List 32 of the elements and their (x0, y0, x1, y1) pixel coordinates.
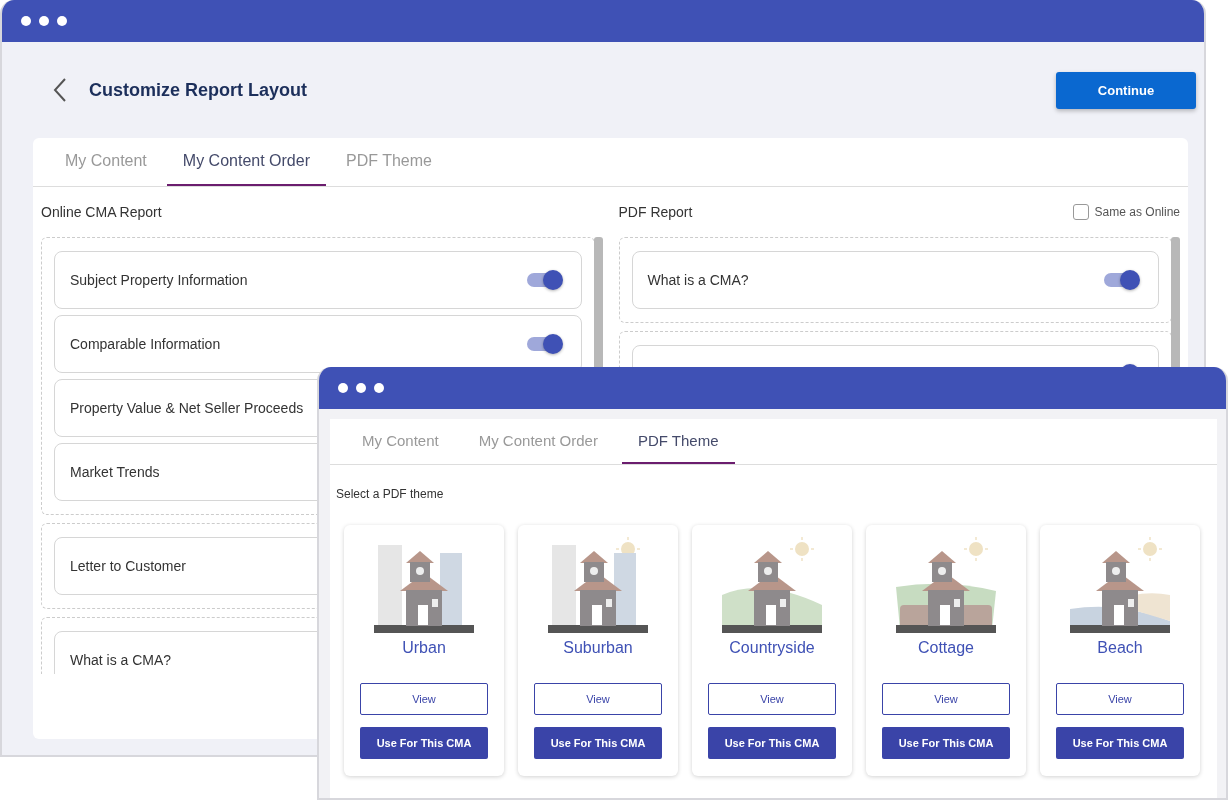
checkbox[interactable] (1072, 204, 1089, 220)
checkbox-label: Same as Online (1094, 205, 1180, 219)
use-theme-button[interactable]: Use For This CMA (882, 727, 1010, 759)
column-title: PDF Report (618, 204, 693, 220)
window-controls-icon[interactable] (20, 15, 68, 27)
toggle-switch[interactable] (1104, 273, 1138, 287)
view-button[interactable]: View (360, 683, 488, 715)
window-controls-icon[interactable] (337, 382, 385, 394)
theme-name: Countryside (729, 639, 815, 657)
theme-name: Beach (1097, 639, 1143, 657)
use-theme-button[interactable]: Use For This CMA (534, 727, 662, 759)
use-theme-button[interactable]: Use For This CMA (708, 727, 836, 759)
page-title: Customize Report Layout (89, 79, 307, 101)
continue-button[interactable]: Continue (1056, 71, 1196, 109)
back-icon[interactable] (52, 77, 68, 103)
theme-name: Urban (402, 639, 446, 657)
column-title: Online CMA Report (41, 204, 162, 220)
theme-name: Suburban (563, 639, 633, 657)
use-theme-button[interactable]: Use For This CMA (360, 727, 488, 759)
view-button[interactable]: View (882, 683, 1010, 715)
theme-name: Cottage (917, 639, 974, 657)
view-button[interactable]: View (1056, 683, 1184, 715)
section-item[interactable]: What is a CMA? (631, 251, 1159, 309)
view-button[interactable]: View (534, 683, 662, 715)
tab[interactable]: PDF Theme (621, 419, 735, 464)
tab[interactable]: My Content Order (166, 138, 326, 186)
use-theme-button[interactable]: Use For This CMA (1056, 727, 1184, 759)
section-heading: Select a PDF theme (336, 487, 445, 501)
section-item[interactable]: Subject Property Information (54, 251, 582, 309)
toggle-switch[interactable] (526, 337, 561, 351)
view-button[interactable]: View (708, 683, 836, 715)
toggle-switch[interactable] (526, 273, 561, 287)
